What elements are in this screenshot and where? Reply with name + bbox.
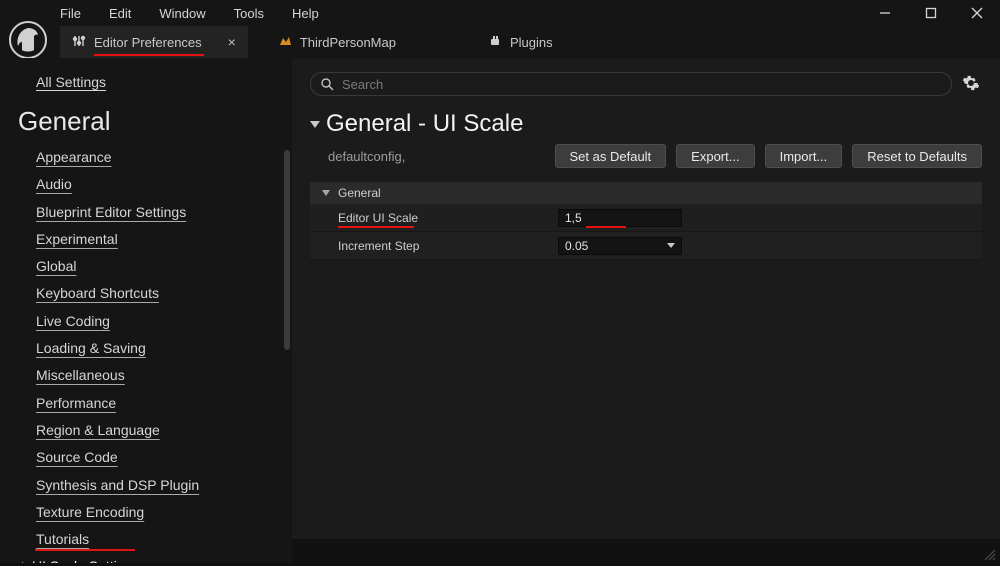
scrollbar[interactable]	[284, 150, 290, 350]
import-button[interactable]: Import...	[765, 144, 843, 168]
sidebar-item-label: Audio	[36, 176, 72, 192]
sidebar-item-label: Performance	[36, 395, 116, 411]
maximize-button[interactable]	[908, 0, 954, 26]
menu-bar: File Edit Window Tools Help	[0, 0, 1000, 26]
tab-label: Plugins	[510, 35, 553, 50]
property-label: Editor UI Scale	[310, 211, 558, 225]
highlight-underline	[94, 54, 204, 56]
sidebar-item-miscellaneous[interactable]: Miscellaneous	[36, 367, 274, 384]
highlight-underline	[35, 549, 135, 551]
search-icon	[321, 78, 334, 91]
all-settings-link[interactable]: All Settings	[36, 74, 274, 90]
tab-label: Editor Preferences	[94, 35, 202, 50]
sidebar-item-label: Live Coding	[36, 313, 110, 329]
increment-step-dropdown[interactable]: 0.05	[558, 237, 682, 255]
sidebar-item-live-coding[interactable]: Live Coding	[36, 313, 274, 330]
level-icon	[278, 34, 292, 51]
config-label: defaultconfig,	[328, 149, 555, 164]
sidebar-item-synthesis-and-dsp-plugin[interactable]: Synthesis and DSP Plugin	[36, 477, 274, 494]
sidebar-item-loading-saving[interactable]: Loading & Saving	[36, 340, 274, 357]
menu-tools[interactable]: Tools	[234, 6, 264, 21]
sidebar-section-title: General	[18, 106, 274, 137]
reset-to-defaults-button[interactable]: Reset to Defaults	[852, 144, 982, 168]
tab-thirdpersonmap[interactable]: ThirdPersonMap	[266, 26, 416, 58]
sidebar-item-appearance[interactable]: Appearance	[36, 149, 274, 166]
property-row-editor-ui-scale: Editor UI Scale 1,5	[310, 204, 982, 232]
sidebar-item-global[interactable]: Global	[36, 258, 274, 275]
sidebar-item-source-code[interactable]: Source Code	[36, 449, 274, 466]
sidebar-item-experimental[interactable]: Experimental	[36, 231, 274, 248]
sidebar-item-audio[interactable]: Audio	[36, 176, 274, 193]
sidebar-item-label: Tutorials	[36, 531, 89, 547]
sidebar-item-label: Source Code	[36, 449, 118, 465]
menu-file[interactable]: File	[60, 6, 81, 21]
property-label: Increment Step	[310, 239, 558, 253]
sidebar-item-label: Texture Encoding	[36, 504, 144, 520]
search-placeholder: Search	[342, 77, 383, 92]
status-bar	[292, 539, 1000, 563]
tab-plugins[interactable]: Plugins	[476, 26, 573, 58]
sidebar-item-tutorials[interactable]: Tutorials	[36, 531, 274, 548]
menu-edit[interactable]: Edit	[109, 6, 131, 21]
set-as-default-button[interactable]: Set as Default	[555, 144, 667, 168]
menu-help[interactable]: Help	[292, 6, 319, 21]
menu-window[interactable]: Window	[159, 6, 205, 21]
plugin-icon	[488, 34, 502, 51]
export-button[interactable]: Export...	[676, 144, 754, 168]
section-header-general[interactable]: General	[310, 182, 982, 204]
sidebar-item-label: Region & Language	[36, 422, 160, 438]
sidebar-item-texture-encoding[interactable]: Texture Encoding	[36, 504, 274, 521]
close-icon[interactable]: ×	[228, 34, 236, 50]
highlight-underline	[586, 226, 626, 228]
sidebar-item-label: Global	[36, 258, 76, 274]
sidebar-item-label: Experimental	[36, 231, 118, 247]
sidebar-item-label: Synthesis and DSP Plugin	[36, 477, 199, 493]
search-input[interactable]: Search	[310, 72, 952, 96]
close-button[interactable]	[954, 0, 1000, 26]
sliders-icon	[72, 34, 86, 51]
sidebar-item-blueprint-editor-settings[interactable]: Blueprint Editor Settings	[36, 204, 274, 221]
sidebar-item-label: Miscellaneous	[36, 367, 125, 383]
details-panel: Search General - UI Scale defaultconfig,…	[292, 58, 1000, 563]
highlight-underline	[338, 226, 414, 228]
tab-label: ThirdPersonMap	[300, 35, 396, 50]
window-controls	[862, 0, 1000, 26]
chevron-down-icon	[322, 190, 330, 196]
editor-ui-scale-input[interactable]: 1,5	[558, 209, 682, 227]
sidebar-item-label: Appearance	[36, 149, 112, 165]
property-row-increment-step: Increment Step 0.05	[310, 232, 982, 260]
resize-grip[interactable]	[982, 547, 996, 561]
chevron-down-icon[interactable]	[310, 121, 320, 128]
section-title: General	[338, 186, 381, 200]
minimize-button[interactable]	[862, 0, 908, 26]
sidebar-item-ui-scale-settings[interactable]: UI Scale Settings	[36, 558, 274, 563]
settings-sidebar: All Settings General Appearance Audio Blue…	[0, 58, 292, 563]
sidebar-item-keyboard-shortcuts[interactable]: Keyboard Shortcuts	[36, 285, 274, 302]
sidebar-item-region-language[interactable]: Region & Language	[36, 422, 274, 439]
unreal-logo	[8, 20, 48, 60]
sidebar-item-performance[interactable]: Performance	[36, 395, 274, 412]
sidebar-item-label: Blueprint Editor Settings	[36, 204, 186, 220]
sidebar-item-label: Loading & Saving	[36, 340, 146, 356]
sidebar-item-label: Keyboard Shortcuts	[36, 285, 159, 301]
gear-icon[interactable]	[962, 74, 982, 94]
sidebar-item-label: UI Scale Settings	[32, 558, 139, 563]
page-title: General - UI Scale	[326, 110, 523, 138]
